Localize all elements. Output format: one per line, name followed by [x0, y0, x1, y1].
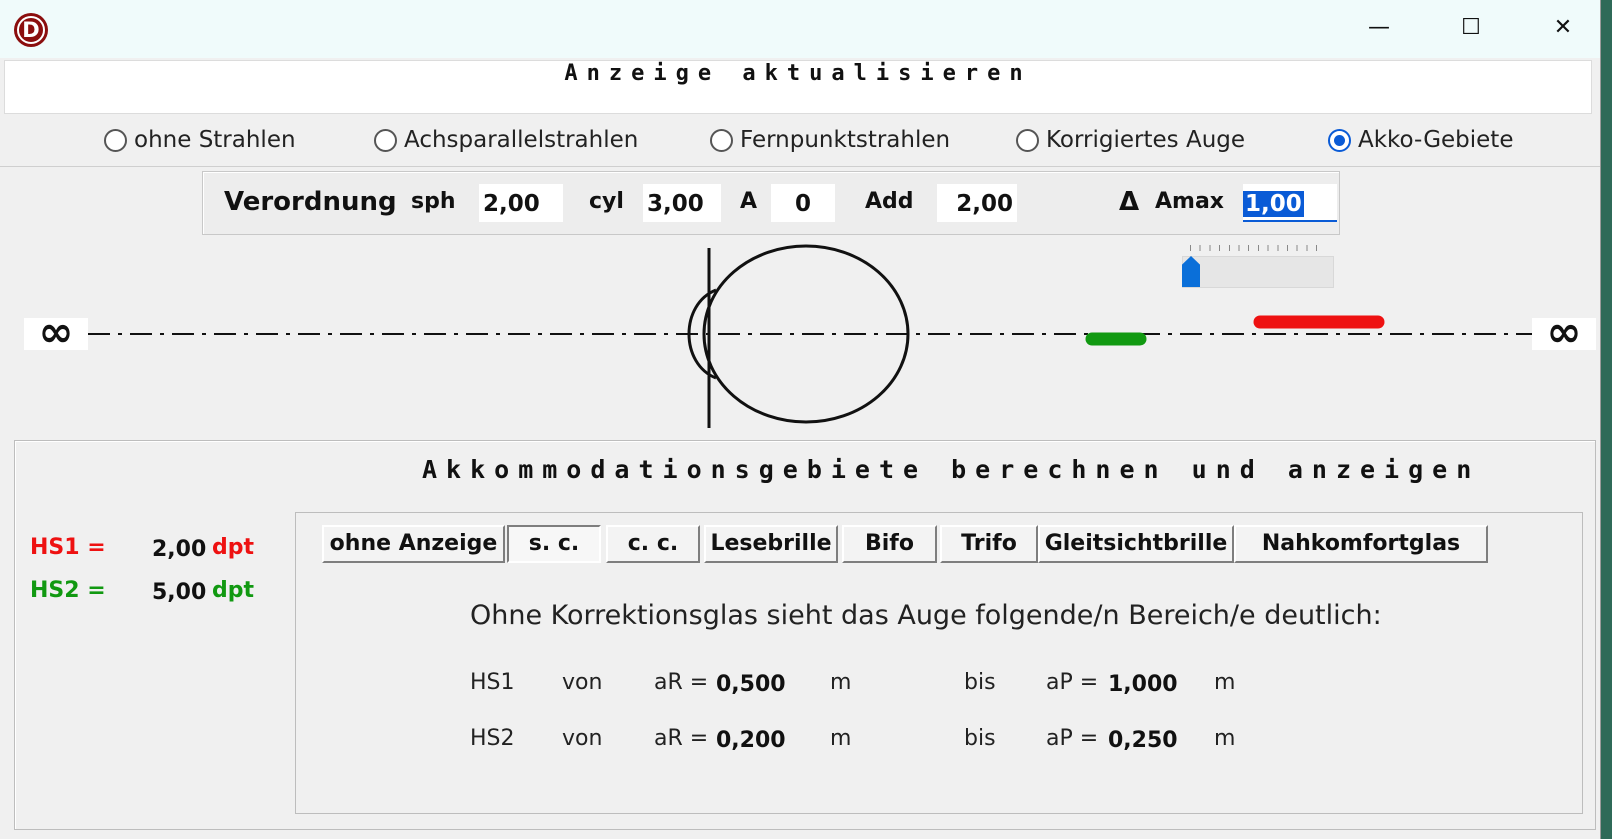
prescription-panel: Verordnung sph 2,00 cyl 3,00 A 0 Add 2,0… — [202, 171, 1340, 235]
divider — [0, 166, 1600, 167]
amax-label: Amax — [1155, 189, 1224, 214]
radio-selected-icon — [1328, 128, 1351, 152]
result-message: Ohne Korrektionsglas sieht das Auge folg… — [470, 600, 1382, 631]
row-hs1-ap-label: aP = — [1046, 670, 1099, 695]
row-hs1-unit2: m — [1214, 670, 1236, 695]
infinity-right-icon: ∞ — [1547, 307, 1582, 356]
radio-korrigiertes-auge[interactable]: Korrigiertes Auge — [1016, 127, 1245, 153]
maximize-button[interactable]: ☐ — [1448, 8, 1494, 48]
row-hs2-ap-label: aP = — [1046, 726, 1099, 751]
row-hs2-name: HS2 — [470, 726, 515, 751]
amax-selected-text: 1,00 — [1243, 191, 1304, 217]
sph-label: sph — [411, 189, 456, 214]
radio-circle-icon — [710, 128, 733, 152]
row-hs2-ap-value: 0,250 — [1108, 728, 1178, 753]
row-hs1-ar-value: 0,500 — [716, 672, 786, 697]
amax-input[interactable]: 1,00 — [1243, 184, 1337, 222]
tab-bifo[interactable]: Bifo — [842, 525, 937, 563]
title-bar: D — ☐ ✕ — [0, 0, 1600, 58]
hs1-label: HS1 = — [30, 535, 106, 560]
tab-nahkomfortglas[interactable]: Nahkomfortglas — [1234, 525, 1488, 563]
tab-sc[interactable]: s. c. — [507, 525, 601, 563]
radio-label: Korrigiertes Auge — [1046, 127, 1246, 153]
tab-lesebrille[interactable]: Lesebrille — [704, 525, 838, 563]
add-input[interactable]: 2,00 — [937, 184, 1017, 222]
row-hs1-ar-label: aR = — [654, 670, 709, 695]
hs2-label: HS2 = — [30, 578, 106, 603]
add-label: Add — [865, 189, 914, 214]
eye-diagram: ∞ ∞ — [24, 244, 1596, 428]
axis-input[interactable]: 0 — [771, 184, 835, 222]
close-button[interactable]: ✕ — [1540, 8, 1586, 48]
sph-input[interactable]: 2,00 — [479, 184, 563, 222]
infinity-left-icon: ∞ — [39, 307, 74, 356]
hs2-value: 5,00 — [152, 580, 207, 605]
row-hs1-ap-value: 1,000 — [1108, 672, 1178, 697]
radio-akko-gebiete[interactable]: Akko-Gebiete — [1328, 127, 1513, 153]
axis-label: A — [740, 189, 758, 214]
app-logo-icon: D — [14, 13, 48, 47]
radio-label: Akko-Gebiete — [1358, 127, 1514, 153]
row-hs2-von: von — [562, 726, 603, 751]
cyl-label: cyl — [589, 189, 624, 214]
radio-fernpunktstrahlen[interactable]: Fernpunktstrahlen — [710, 127, 950, 153]
row-hs1-von: von — [562, 670, 603, 695]
row-hs2-ar-label: aR = — [654, 726, 709, 751]
prescription-title: Verordnung — [224, 187, 397, 217]
row-hs2-ar-value: 0,200 — [716, 728, 786, 753]
tab-gleitsichtbrille[interactable]: Gleitsichtbrille — [1038, 525, 1234, 563]
radio-label: Fernpunktstrahlen — [740, 127, 951, 153]
update-display-label: Anzeige aktualisieren — [564, 61, 1032, 86]
row-hs2-unit2: m — [1214, 726, 1236, 751]
tab-cc[interactable]: c. c. — [606, 525, 700, 563]
radio-ohne-strahlen[interactable]: ohne Strahlen — [104, 127, 296, 153]
row-hs1-bis: bis — [964, 670, 996, 695]
delta-icon: Δ — [1119, 187, 1140, 217]
row-hs2-bis: bis — [964, 726, 996, 751]
tab-trifo[interactable]: Trifo — [940, 525, 1038, 563]
tab-ohne-anzeige[interactable]: ohne Anzeige — [322, 525, 505, 563]
hs1-value: 2,00 — [152, 537, 207, 562]
radio-achsparallelstrahlen[interactable]: Achsparallelstrahlen — [374, 127, 638, 153]
row-hs1-unit1: m — [830, 670, 852, 695]
row-hs2-unit1: m — [830, 726, 852, 751]
radio-circle-icon — [104, 128, 127, 152]
radio-circle-icon — [374, 128, 397, 152]
ray-options-group: ohne Strahlen Achsparallelstrahlen Fernp… — [0, 117, 1600, 163]
update-display-button[interactable]: Anzeige aktualisieren — [4, 60, 1592, 114]
app-window: D — ☐ ✕ Anzeige aktualisieren ohne Strah… — [0, 0, 1601, 839]
radio-circle-icon — [1016, 128, 1039, 152]
hs2-unit: dpt — [212, 578, 255, 603]
accommodation-title: Akkommodationsgebiete berechnen und anze… — [422, 455, 1481, 484]
radio-label: ohne Strahlen — [134, 127, 296, 153]
minimize-button[interactable]: — — [1356, 8, 1402, 48]
radio-label: Achsparallelstrahlen — [404, 127, 639, 153]
hs1-unit: dpt — [212, 535, 255, 560]
cyl-input[interactable]: 3,00 — [643, 184, 721, 222]
row-hs1-name: HS1 — [470, 670, 515, 695]
